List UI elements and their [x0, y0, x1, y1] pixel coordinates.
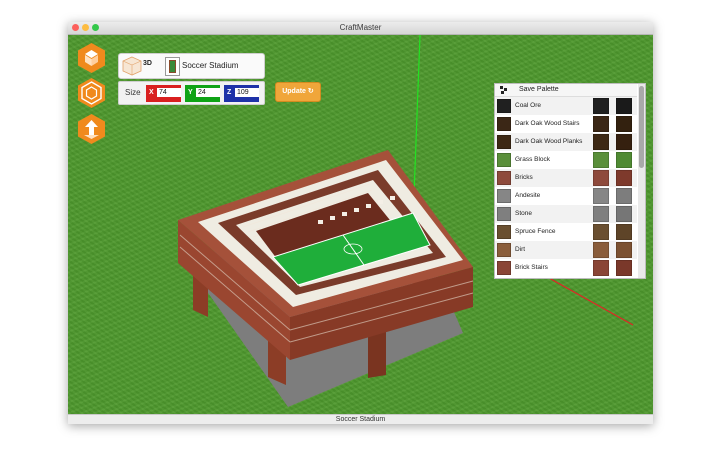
- block-swatch[interactable]: [593, 152, 609, 168]
- z-size-input[interactable]: 109: [235, 88, 259, 97]
- block-icon: [497, 171, 511, 185]
- palette-item-label: Stone: [515, 210, 532, 217]
- block-swatch[interactable]: [593, 116, 609, 132]
- x-letter: X: [149, 89, 154, 96]
- update-button[interactable]: Update ↻: [275, 82, 321, 102]
- replacement-swatch[interactable]: [616, 206, 632, 222]
- block-icon: [497, 207, 511, 221]
- window-title: CraftMaster: [339, 23, 382, 32]
- layers-tool-icon: [78, 78, 105, 108]
- status-text: Soccer Stadium: [335, 416, 386, 423]
- block-swatch[interactable]: [593, 170, 609, 186]
- palette-item-label: Brick Stairs: [515, 264, 548, 271]
- palette-item[interactable]: Bricks: [495, 169, 637, 187]
- status-bar: Soccer Stadium: [68, 414, 653, 424]
- palette-item-label: Dirt: [515, 246, 526, 253]
- block-swatch[interactable]: [593, 134, 609, 150]
- replacement-swatch[interactable]: [616, 116, 632, 132]
- block-swatch[interactable]: [593, 206, 609, 222]
- save-palette-button[interactable]: Save Palette: [495, 84, 637, 97]
- block-swatch[interactable]: [593, 98, 609, 114]
- replacement-swatch[interactable]: [616, 188, 632, 204]
- z-letter: Z: [227, 89, 232, 96]
- layers-tool-button[interactable]: [76, 77, 107, 109]
- palette-scrollbar[interactable]: [638, 84, 645, 278]
- palette-item[interactable]: Dark Oak Wood Planks: [495, 133, 637, 151]
- x-size-input[interactable]: 74: [157, 88, 181, 97]
- palette-item[interactable]: Stone: [495, 205, 637, 223]
- model-panel: 3D Soccer Stadium: [118, 53, 265, 79]
- block-swatch[interactable]: [593, 224, 609, 240]
- x-dimension: X 74: [146, 85, 181, 102]
- replacement-swatch[interactable]: [616, 170, 632, 186]
- move-tool-button[interactable]: [76, 113, 107, 145]
- replacement-swatch[interactable]: [616, 152, 632, 168]
- block-icon: [497, 135, 511, 149]
- block-icon: [497, 225, 511, 239]
- palette-item[interactable]: Brick Stairs: [495, 259, 637, 277]
- build-tool-icon: [78, 43, 105, 73]
- size-label: Size: [125, 88, 141, 97]
- refresh-icon: ↻: [307, 88, 314, 95]
- block-swatch[interactable]: [593, 242, 609, 258]
- y-size-input[interactable]: 24: [196, 88, 220, 97]
- palette-item-label: Dark Oak Wood Stairs: [515, 120, 580, 127]
- y-dimension: Y 24: [185, 85, 220, 102]
- block-swatch[interactable]: [593, 260, 609, 276]
- palette-item[interactable]: Spruce Fence: [495, 223, 637, 241]
- replacement-swatch[interactable]: [616, 134, 632, 150]
- y-letter: Y: [188, 89, 193, 96]
- y-axis-line: [413, 35, 421, 196]
- block-icon: [497, 261, 511, 275]
- palette-item[interactable]: Dark Oak Wood Stairs: [495, 115, 637, 133]
- block-icon: [497, 117, 511, 131]
- palette-item[interactable]: Grass Block: [495, 151, 637, 169]
- move-tool-icon: [78, 114, 105, 144]
- replacement-swatch[interactable]: [616, 260, 632, 276]
- size-controls: Size X 74 Y 24 Z 109: [118, 81, 265, 105]
- z-dimension: Z 109: [224, 85, 259, 102]
- palette-item-label: Spruce Fence: [515, 228, 556, 235]
- palette-item-label: Dark Oak Wood Planks: [515, 138, 583, 145]
- view-mode-label: 3D: [143, 60, 152, 67]
- block-swatch[interactable]: [593, 188, 609, 204]
- palette-scroll-thumb[interactable]: [639, 86, 644, 168]
- palette-item[interactable]: Dirt: [495, 241, 637, 259]
- replacement-swatch[interactable]: [616, 224, 632, 240]
- block-palette: Save Palette Coal Ore Dark Oak Wood Stair…: [494, 83, 646, 279]
- palette-item-label: Andesite: [515, 192, 541, 199]
- block-icon: [497, 243, 511, 257]
- build-tool-button[interactable]: [76, 42, 107, 74]
- block-icon: [497, 99, 511, 113]
- replacement-swatch[interactable]: [616, 242, 632, 258]
- palette-icon: [500, 86, 507, 94]
- save-palette-label: Save Palette: [519, 86, 559, 93]
- 3d-viewport[interactable]: 3D Soccer Stadium Size X 74 Y 24 Z 109 U…: [68, 35, 653, 424]
- model-thumbnail[interactable]: [165, 57, 180, 76]
- palette-item[interactable]: Coal Ore: [495, 97, 637, 115]
- replacement-swatch[interactable]: [616, 98, 632, 114]
- palette-item-label: Coal Ore: [515, 102, 542, 109]
- block-icon: [497, 153, 511, 167]
- palette-item[interactable]: Andesite: [495, 187, 637, 205]
- model-name[interactable]: Soccer Stadium: [182, 61, 238, 70]
- update-label: Update: [282, 88, 306, 95]
- app-window: CraftMaster 3D Soccer Stadium Size X 74 …: [68, 22, 653, 424]
- title-bar: CraftMaster: [68, 22, 653, 35]
- block-icon: [497, 189, 511, 203]
- palette-item-label: Bricks: [515, 174, 533, 181]
- palette-item-label: Grass Block: [515, 156, 551, 163]
